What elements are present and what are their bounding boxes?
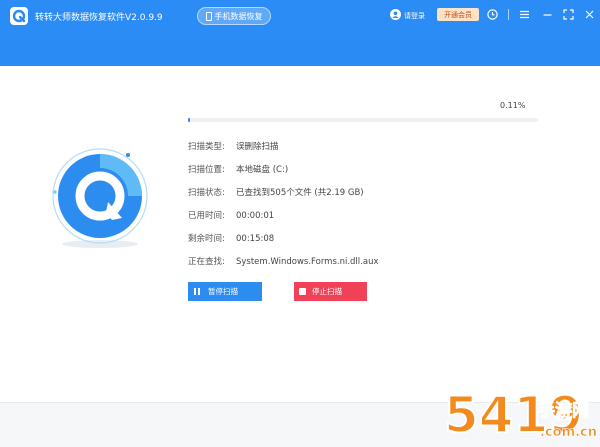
elapsed-time-value: 00:00:01 (236, 211, 275, 221)
remaining-time-label: 剩余时间: (188, 234, 225, 244)
progress-percent: 0.11% (500, 101, 526, 110)
scan-location-value: 本地磁盘 (C:) (236, 165, 289, 175)
progress-fill (188, 118, 191, 122)
current-file-label: 正在查找: (188, 257, 225, 267)
scan-type-value: 误删除扫描 (236, 142, 279, 152)
mobile-recovery-button[interactable]: 手机数据恢复 (197, 7, 271, 25)
progress-bar (188, 118, 538, 122)
remaining-time-row: 剩余时间: 00:15:08 (188, 232, 274, 244)
current-file-row: 正在查找: System.Windows.Forms.ni.dll.aux (188, 255, 378, 267)
close-icon[interactable] (583, 8, 596, 21)
scan-location-label: 扫描位置: (188, 165, 225, 175)
minimize-icon[interactable] (541, 8, 554, 21)
scan-location-row: 扫描位置: 本地磁盘 (C:) (188, 163, 288, 175)
scan-status-row: 扫描状态: 已查找到505个文件 (共2.19 GB) (188, 186, 364, 198)
scan-type-label: 扫描类型: (188, 142, 225, 152)
scan-illustration-icon (52, 148, 148, 248)
refresh-clock-icon[interactable] (486, 8, 499, 21)
pause-scan-button[interactable]: 暂停扫描 (188, 282, 262, 301)
vip-button[interactable]: 开通会员 (437, 8, 479, 21)
remaining-time-value: 00:15:08 (236, 234, 275, 244)
elapsed-time-label: 已用时间: (188, 211, 225, 221)
stop-scan-label: 停止扫描 (312, 287, 342, 296)
pause-scan-label: 暂停扫描 (208, 287, 238, 296)
elapsed-time-row: 已用时间: 00:00:01 (188, 209, 274, 221)
login-link[interactable]: 请登录 (404, 11, 425, 21)
app-logo-icon (10, 7, 28, 25)
stop-icon (299, 288, 306, 295)
header-separator (508, 9, 509, 20)
maximize-icon[interactable] (562, 8, 575, 21)
menu-icon[interactable] (518, 8, 531, 21)
site-watermark-logo: 5419 手游网 .com.cn (443, 385, 597, 445)
pause-icon (194, 288, 200, 295)
user-icon[interactable] (390, 9, 401, 20)
stop-scan-button[interactable]: 停止扫描 (294, 282, 367, 301)
scan-type-row: 扫描类型: 误删除扫描 (188, 140, 279, 152)
app-title: 转转大师数据恢复软件V2.0.9.9 (35, 13, 163, 23)
scan-status-label: 扫描状态: (188, 188, 225, 198)
watermark-domain: .com.cn (540, 425, 597, 440)
watermark-site: 手游网 (538, 400, 589, 421)
phone-icon (205, 11, 212, 21)
mobile-recovery-label: 手机数据恢复 (214, 11, 263, 21)
scan-status-value: 已查找到505个文件 (共2.19 GB) (236, 188, 364, 198)
title-bar: 转转大师数据恢复软件V2.0.9.9 手机数据恢复 请登录 开通会员 (0, 0, 600, 66)
current-file-value: System.Windows.Forms.ni.dll.aux (236, 257, 379, 267)
